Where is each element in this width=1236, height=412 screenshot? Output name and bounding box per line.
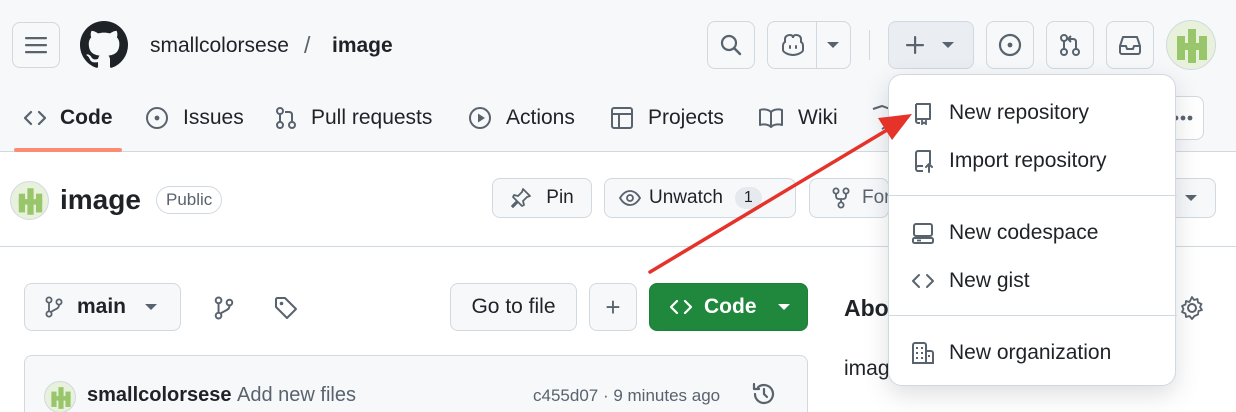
tab-issues[interactable]: Issues [145,100,244,136]
menu-button[interactable] [12,22,60,68]
create-new-menu: New repository Import repository New cod… [888,74,1177,386]
issue-opened-icon [145,106,169,130]
fork-label: For [862,187,891,208]
pin-label: Pin [546,187,574,208]
tab-code[interactable]: Code [24,100,113,136]
copilot-divider [816,22,817,68]
commit-author[interactable]: smallcolorsese [87,384,232,407]
your-issues-button[interactable] [986,21,1034,69]
table-icon [610,106,634,130]
hamburger-icon [25,36,47,54]
tab-label: Code [60,106,113,129]
menu-item-label: New organization [949,341,1112,364]
unwatch-label: Unwatch [649,187,723,208]
repo-link[interactable]: image [332,34,393,58]
menu-item-new-organization[interactable]: New organization [889,331,1177,375]
tab-label: Projects [648,106,724,129]
menu-divider [889,195,1177,196]
about-heading: Abo [844,295,889,321]
menu-item-label: Import repository [949,149,1107,172]
repo-title[interactable]: image [60,184,141,216]
repo-forked-icon [832,187,850,209]
branches-icon[interactable] [214,296,234,320]
go-to-file-button[interactable]: Go to file [450,283,577,331]
go-to-file-label: Go to file [471,295,556,318]
commit-author-avatar [44,381,76,412]
selected-tab-underline [14,148,122,152]
tab-label: Wiki [798,106,838,129]
code-icon [24,110,46,126]
copilot-button[interactable] [767,21,851,69]
tab-label: Pull requests [311,106,433,129]
code-icon [670,299,692,315]
search-button[interactable] [707,21,755,69]
gear-icon[interactable] [1179,295,1205,321]
tab-pull-requests[interactable]: Pull requests [275,100,432,136]
unwatch-button[interactable]: Unwatch 1 [604,178,796,218]
menu-divider [889,315,1177,316]
chevron-down-icon[interactable] [826,41,840,49]
git-pull-request-icon [1059,33,1081,57]
code-button[interactable]: Code [649,283,808,331]
organization-icon [911,341,935,365]
commit-message[interactable]: Add new files [237,384,356,407]
menu-item-label: New repository [949,101,1090,124]
menu-item-new-repository[interactable]: New repository [889,91,1177,135]
create-new-button[interactable] [888,21,974,69]
menu-item-import-repository[interactable]: Import repository [889,139,1177,183]
menu-item-label: New gist [949,269,1030,292]
header-divider [869,30,870,60]
code-icon [911,269,935,293]
branch-name: main [77,295,127,318]
menu-item-new-gist[interactable]: New gist [889,259,1177,303]
history-icon[interactable] [751,381,777,407]
copilot-icon [780,33,806,57]
tag-icon[interactable] [274,296,298,320]
owner-link[interactable]: smallcolorsese [150,34,289,58]
your-pull-requests-button[interactable] [1046,21,1094,69]
code-label: Code [704,295,757,318]
branch-select-button[interactable]: main [24,283,181,331]
book-icon [758,107,784,129]
avatar[interactable] [1166,20,1216,70]
codespaces-icon [911,221,935,245]
visibility-badge: Public [156,186,223,214]
tab-label: Issues [183,106,244,129]
chevron-down-icon [1184,194,1198,202]
fork-button[interactable]: For [809,178,891,218]
breadcrumb-separator: / [304,32,311,58]
chevron-down-icon [941,41,955,49]
menu-item-label: New codespace [949,221,1099,244]
menu-item-new-codespace[interactable]: New codespace [889,211,1177,255]
add-file-button[interactable]: + [589,283,637,331]
repo-icon [911,101,935,125]
chevron-down-icon [144,303,158,311]
issue-opened-icon [998,33,1022,57]
git-pull-request-icon [275,106,297,130]
play-icon [468,106,492,130]
pin-button[interactable]: Pin [492,178,592,218]
pin-icon [510,187,532,209]
add-file-label: + [605,291,621,322]
inbox-button[interactable] [1106,21,1154,69]
commit-meta[interactable]: c455d07 · 9 minutes ago [533,386,720,406]
plus-icon [905,35,925,55]
repo-description: imag [844,357,890,380]
search-icon [720,34,742,56]
tab-actions[interactable]: Actions [468,100,575,136]
tab-wiki[interactable]: Wiki [758,100,838,136]
chevron-down-icon [777,303,791,311]
eye-icon [619,190,641,206]
inbox-icon [1118,34,1142,56]
watch-count: 1 [734,187,762,209]
repo-push-icon [911,149,935,173]
tab-label: Actions [506,106,575,129]
git-branch-icon [45,296,63,318]
tab-projects[interactable]: Projects [610,100,724,136]
github-logo-icon[interactable] [80,21,128,69]
repo-avatar [10,181,49,220]
